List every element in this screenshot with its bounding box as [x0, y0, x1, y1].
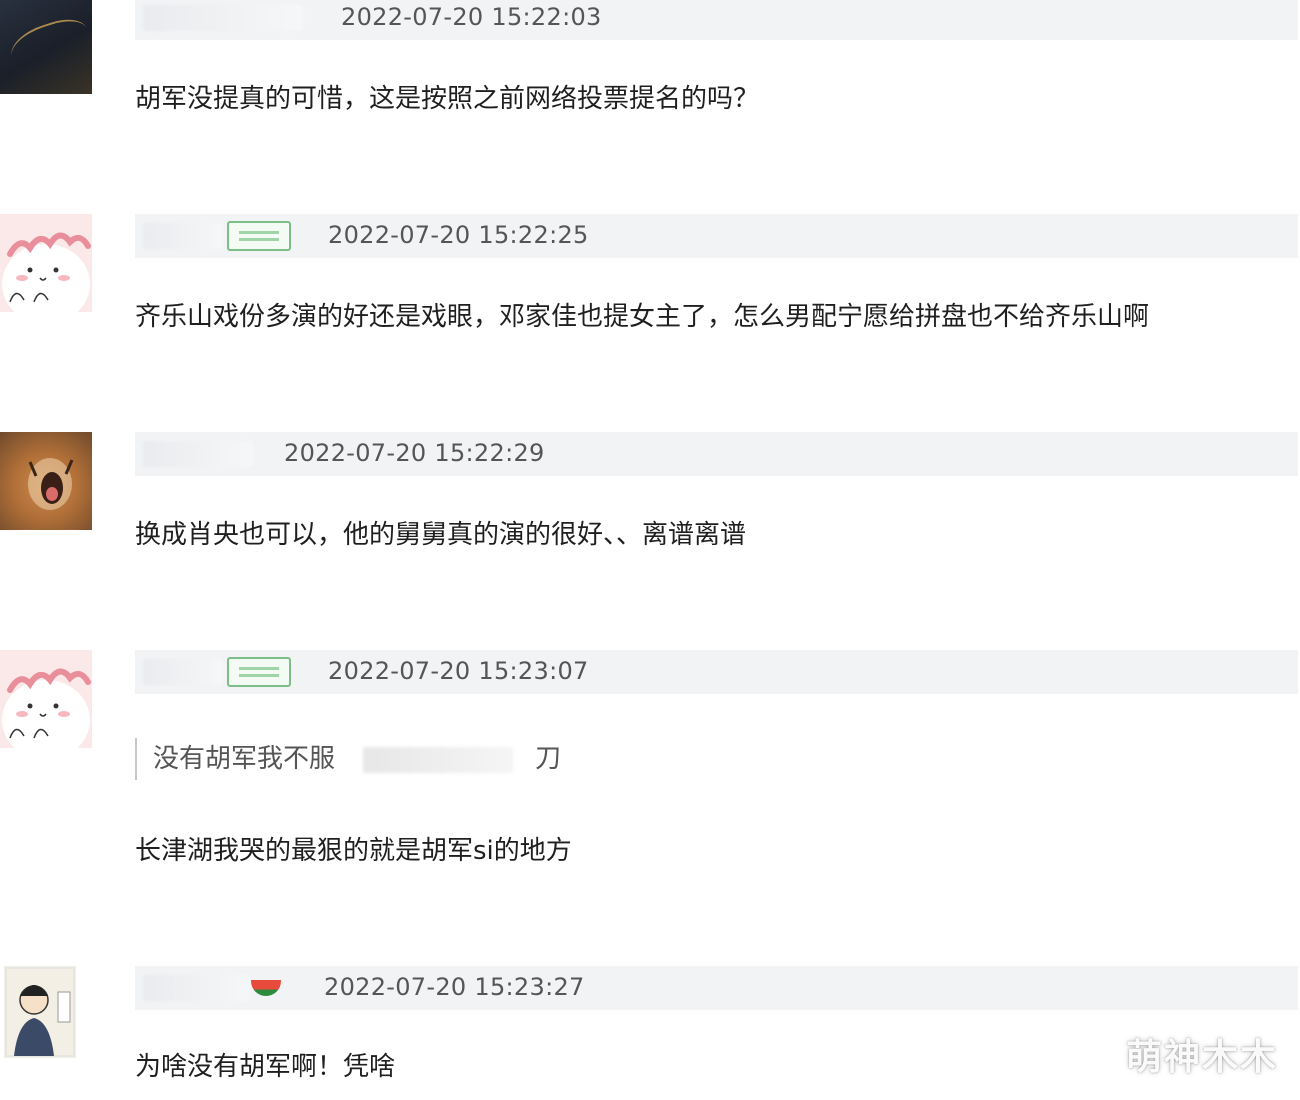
quoted-text: 没有胡军我不服	[153, 744, 336, 774]
pink-bun-icon	[2, 668, 91, 748]
comment-timestamp: 2022-07-20 15:22:29	[284, 439, 545, 467]
comment-header: 2022-07-20 15:23:27	[135, 966, 1298, 1010]
user-level-badge	[227, 221, 291, 251]
username[interactable]	[143, 659, 223, 685]
comment-timestamp: 2022-07-20 15:23:07	[328, 657, 589, 685]
comment-header: 2022-07-20 15:22:29	[135, 432, 1298, 476]
quoted-username	[363, 746, 514, 773]
username[interactable]	[143, 223, 223, 249]
watermark: 萌神木木	[1125, 1037, 1278, 1078]
comment-timestamp: 2022-07-20 15:23:27	[324, 973, 585, 1001]
shouting-cat-icon	[28, 458, 74, 510]
comment-header: 2022-07-20 15:23:07	[135, 650, 1298, 694]
user-level-badge	[227, 657, 291, 687]
comment-text: 换成肖央也可以，他的舅舅真的演的很好、、离谱离谱	[135, 520, 747, 550]
quoted-reply[interactable]: 没有胡军我不服 刀	[135, 738, 561, 780]
comment-header: 2022-07-20 15:22:25	[135, 214, 1298, 258]
comment-text: 齐乐山戏份多演的好还是戏眼，邓家佳也提女主了，怎么男配宁愿给拼盘也不给齐乐山啊	[135, 302, 1150, 332]
comment-timestamp: 2022-07-20 15:22:25	[328, 221, 589, 249]
comment-text: 长津湖我哭的最狠的就是胡军si的地方	[135, 836, 572, 866]
comment-timestamp: 2022-07-20 15:22:03	[341, 3, 602, 31]
user-avatar[interactable]	[4, 966, 76, 1058]
watermelon-icon	[251, 980, 281, 996]
comment-text: 为啥没有胡军啊！凭啥	[135, 1052, 396, 1082]
pink-bun-icon	[2, 232, 91, 312]
username[interactable]	[143, 5, 303, 31]
user-avatar[interactable]	[0, 432, 92, 530]
username[interactable]	[143, 441, 253, 467]
username[interactable]	[143, 975, 249, 1001]
user-avatar[interactable]	[0, 650, 92, 748]
user-avatar[interactable]	[0, 214, 92, 312]
user-avatar[interactable]	[0, 0, 92, 94]
comment-text: 胡军没提真的可惜，这是按照之前网络投票提名的吗？	[135, 84, 760, 114]
comment-header: 2022-07-20 15:22:03	[135, 0, 1298, 40]
cartoon-man-icon	[5, 967, 75, 1057]
quoted-suffix: 刀	[535, 744, 562, 774]
